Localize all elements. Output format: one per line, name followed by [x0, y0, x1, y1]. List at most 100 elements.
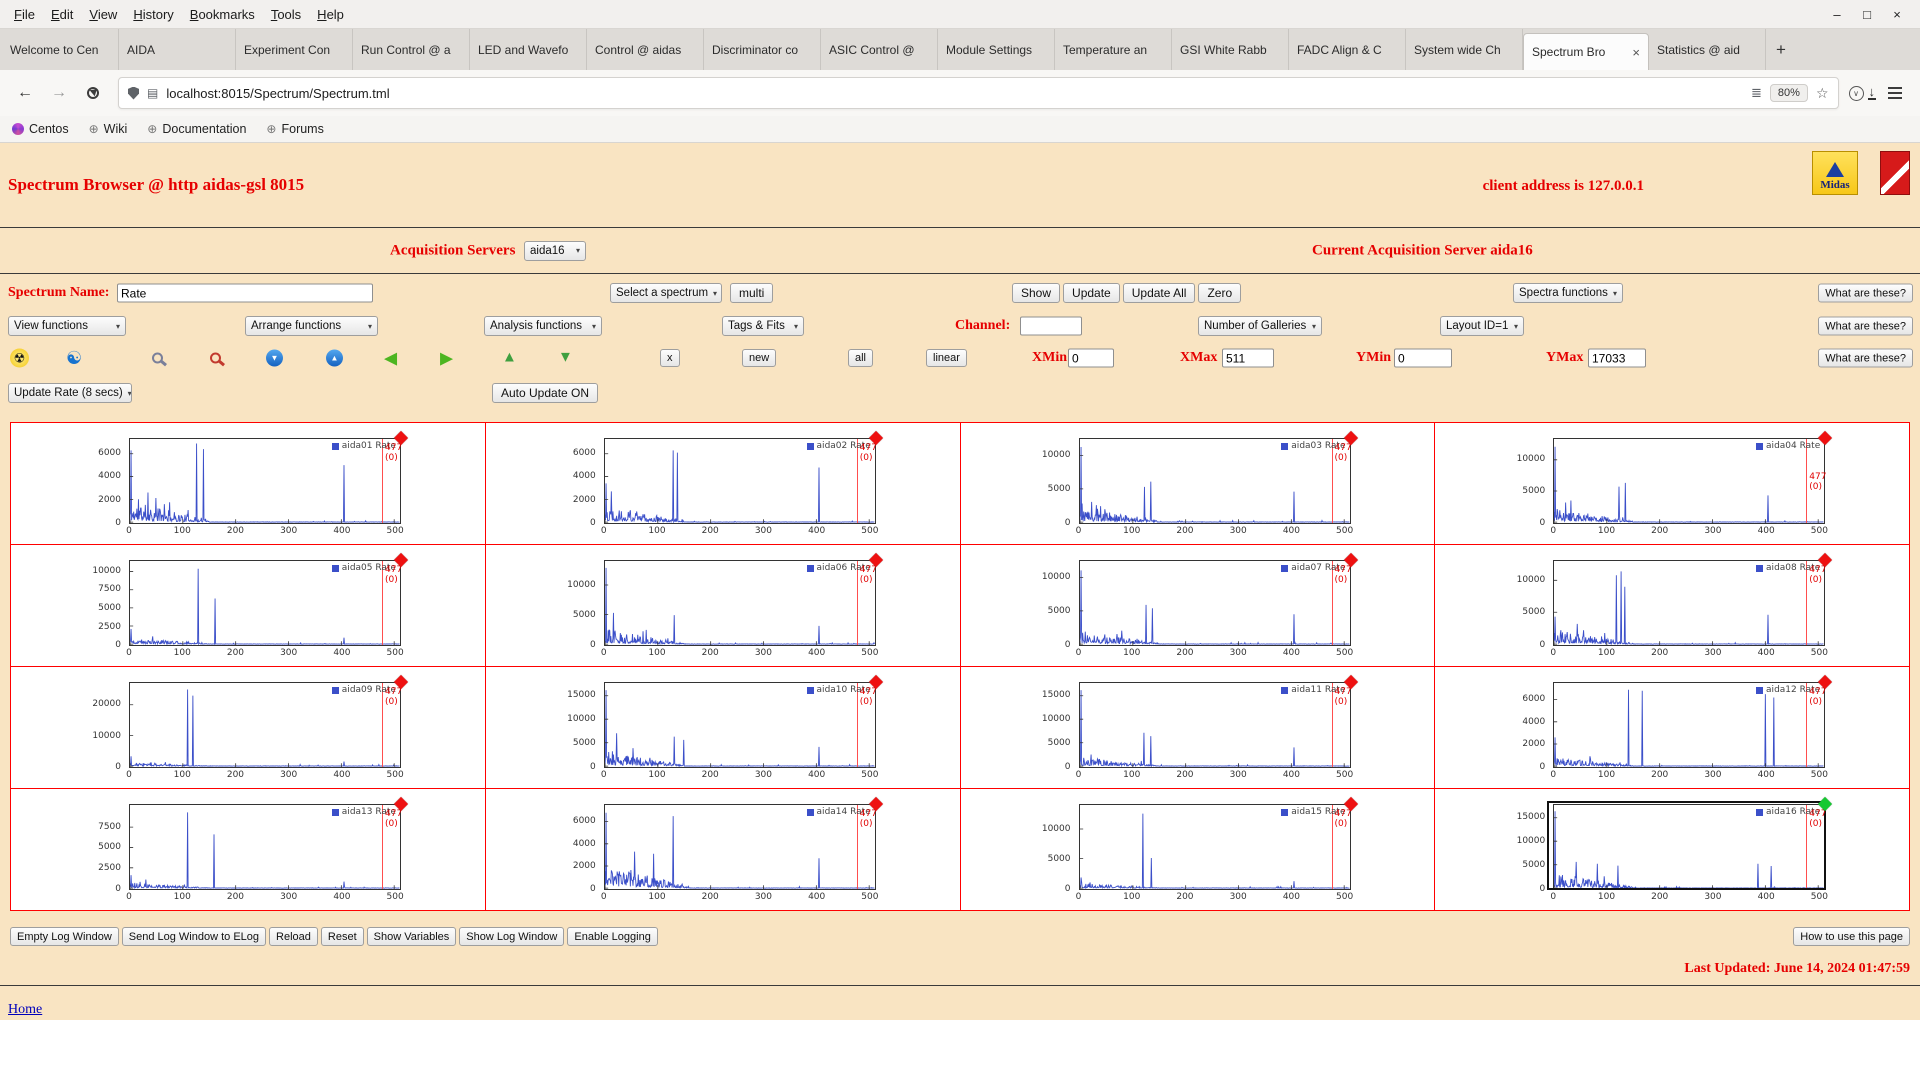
url-text[interactable]: localhost:8015/Spectrum/Spectrum.tml: [166, 86, 1743, 101]
update-rate-dropdown[interactable]: Update Rate (8 secs) ▾: [8, 383, 132, 403]
water-refresh-icon[interactable]: ☯: [66, 349, 82, 367]
spectrum-panel-aida10-rate[interactable]: 050001000015000aida10 Rate477(0)01002003…: [486, 667, 961, 789]
multi-button[interactable]: multi: [730, 283, 773, 303]
spectrum-panel-aida09-rate[interactable]: 01000020000aida09 Rate477(0)010020030040…: [11, 667, 486, 789]
tab-module-settings[interactable]: Module Settings: [938, 29, 1055, 70]
xmin-input[interactable]: [1068, 349, 1114, 368]
show-variables-button[interactable]: Show Variables: [367, 927, 457, 946]
linear-button[interactable]: linear: [926, 349, 967, 367]
channel-input[interactable]: [1020, 317, 1082, 336]
scroll-up-icon[interactable]: ▲: [326, 350, 343, 367]
spectrum-panel-aida08-rate[interactable]: 0500010000aida08 Rate477(0)0100200300400…: [1435, 545, 1910, 667]
tab-spectrum-bro[interactable]: Spectrum Bro×: [1523, 33, 1649, 70]
select-spectrum-dropdown[interactable]: Select a spectrum ▾: [610, 283, 722, 303]
url-bar[interactable]: ▤ localhost:8015/Spectrum/Spectrum.tml ≣…: [118, 77, 1839, 109]
back-button[interactable]: ←: [10, 78, 40, 108]
tab-close-icon[interactable]: ×: [1632, 45, 1640, 60]
reload-button[interactable]: [78, 78, 108, 108]
hamburger-menu-icon[interactable]: [1888, 92, 1902, 94]
analysis-functions-dropdown[interactable]: Analysis functions ▾: [484, 316, 602, 336]
number-of-galleries-dropdown[interactable]: Number of Galleries ▾: [1198, 316, 1322, 336]
zero-button[interactable]: Zero: [1198, 283, 1241, 303]
spectrum-panel-aida05-rate[interactable]: 025005000750010000aida05 Rate477(0)01002…: [11, 545, 486, 667]
spectrum-panel-aida11-rate[interactable]: 050001000015000aida11 Rate477(0)01002003…: [961, 667, 1436, 789]
forward-button[interactable]: →: [44, 78, 74, 108]
zoom-in-icon[interactable]: [152, 353, 163, 364]
downloads-icon[interactable]: ↓: [1868, 86, 1877, 100]
tab-welcome-to-cen[interactable]: Welcome to Cen: [2, 29, 119, 70]
update-all-button[interactable]: Update All: [1123, 283, 1196, 303]
show-log-window-button[interactable]: Show Log Window: [459, 927, 564, 946]
move-up-icon[interactable]: ▲: [502, 351, 517, 366]
send-log-window-to-elog-button[interactable]: Send Log Window to ELog: [122, 927, 266, 946]
menu-edit[interactable]: Edit: [43, 5, 81, 24]
spectrum-panel-aida06-rate[interactable]: 0500010000aida06 Rate477(0)0100200300400…: [486, 545, 961, 667]
reader-mode-icon[interactable]: ≣: [1751, 85, 1762, 101]
tab-control-aidas[interactable]: Control @ aidas: [587, 29, 704, 70]
what-are-these-button[interactable]: What are these?: [1818, 349, 1913, 368]
auto-update-button[interactable]: Auto Update ON: [492, 383, 598, 403]
tags-fits-dropdown[interactable]: Tags & Fits ▾: [722, 316, 804, 336]
tab-statistics-aid[interactable]: Statistics @ aid: [1649, 29, 1766, 70]
menu-bookmarks[interactable]: Bookmarks: [182, 5, 263, 24]
maximize-button[interactable]: □: [1852, 7, 1882, 22]
tab-aida[interactable]: AIDA: [119, 29, 236, 70]
spectrum-panel-aida15-rate[interactable]: 0500010000aida15 Rate477(0)0100200300400…: [961, 789, 1436, 911]
spectrum-name-input[interactable]: [117, 284, 373, 303]
what-are-these-button[interactable]: What are these?: [1818, 317, 1913, 336]
tab-run-control-a[interactable]: Run Control @ a: [353, 29, 470, 70]
what-are-these-button[interactable]: What are these?: [1818, 284, 1913, 303]
spectrum-panel-aida01-rate[interactable]: 0200040006000aida01 Rate477(0)0100200300…: [11, 423, 486, 545]
spectrum-panel-aida02-rate[interactable]: 0200040006000aida02 Rate477(0)0100200300…: [486, 423, 961, 545]
spectrum-panel-aida03-rate[interactable]: 0500010000aida03 Rate477(0)0100200300400…: [961, 423, 1436, 545]
acquisition-server-select[interactable]: aida16 ▾: [524, 241, 586, 261]
spectrum-panel-aida14-rate[interactable]: 0200040006000aida14 Rate477(0)0100200300…: [486, 789, 961, 911]
bookmark-documentation[interactable]: ⊕Documentation: [147, 122, 246, 136]
ymin-input[interactable]: [1394, 349, 1452, 368]
bookmark-wiki[interactable]: ⊕Wiki: [89, 122, 128, 136]
move-down-icon[interactable]: ▼: [558, 351, 573, 366]
minimize-button[interactable]: –: [1822, 7, 1852, 22]
spectrum-panel-aida07-rate[interactable]: 0500010000aida07 Rate477(0)0100200300400…: [961, 545, 1436, 667]
tab-asic-control[interactable]: ASIC Control @: [821, 29, 938, 70]
reset-button[interactable]: Reset: [321, 927, 364, 946]
empty-log-window-button[interactable]: Empty Log Window: [10, 927, 119, 946]
spectrum-panel-aida16-rate[interactable]: 050001000015000aida16 Rate477(0)01002003…: [1435, 789, 1910, 911]
tab-temperature-an[interactable]: Temperature an: [1055, 29, 1172, 70]
menu-help[interactable]: Help: [309, 5, 352, 24]
all-button[interactable]: all: [848, 349, 873, 367]
spectrum-panel-aida04-rate[interactable]: 0500010000aida04 Rate477(0)0100200300400…: [1435, 423, 1910, 545]
tab-discriminator-co[interactable]: Discriminator co: [704, 29, 821, 70]
new-button[interactable]: new: [742, 349, 776, 367]
update-button[interactable]: Update: [1063, 283, 1120, 303]
view-functions-dropdown[interactable]: View functions ▾: [8, 316, 126, 336]
ymax-input[interactable]: [1588, 349, 1646, 368]
xmax-input[interactable]: [1222, 349, 1274, 368]
zoom-level-indicator[interactable]: 80%: [1770, 84, 1808, 102]
layout-id-dropdown[interactable]: Layout ID=1 ▾: [1440, 316, 1524, 336]
pocket-icon[interactable]: ∨: [1849, 86, 1864, 101]
bookmark-star-icon[interactable]: ☆: [1816, 85, 1829, 102]
site-info-icon[interactable]: ▤: [147, 86, 158, 100]
tab-fadc-align-c[interactable]: FADC Align & C: [1289, 29, 1406, 70]
show-button[interactable]: Show: [1012, 283, 1060, 303]
next-gallery-icon[interactable]: ▶: [440, 350, 453, 367]
how-to-use-button[interactable]: How to use this page: [1793, 927, 1910, 946]
x-button[interactable]: x: [660, 349, 680, 367]
tab-gsi-white-rabb[interactable]: GSI White Rabb: [1172, 29, 1289, 70]
enable-logging-button[interactable]: Enable Logging: [567, 927, 657, 946]
menu-tools[interactable]: Tools: [263, 5, 309, 24]
close-button[interactable]: ×: [1882, 7, 1912, 22]
tab-led-and-wavefo[interactable]: LED and Wavefo: [470, 29, 587, 70]
spectrum-panel-aida12-rate[interactable]: 0200040006000aida12 Rate477(0)0100200300…: [1435, 667, 1910, 789]
menu-view[interactable]: View: [81, 5, 125, 24]
reload-button[interactable]: Reload: [269, 927, 318, 946]
bookmark-forums[interactable]: ⊕Forums: [266, 122, 323, 136]
arrange-functions-dropdown[interactable]: Arrange functions ▾: [245, 316, 378, 336]
bookmark-centos[interactable]: Centos: [12, 122, 69, 136]
tab-system-wide-ch[interactable]: System wide Ch: [1406, 29, 1523, 70]
prev-gallery-icon[interactable]: ◀: [384, 350, 397, 367]
scroll-down-icon[interactable]: ▼: [266, 350, 283, 367]
zoom-out-icon[interactable]: [210, 353, 221, 364]
home-link[interactable]: Home: [8, 1002, 42, 1017]
